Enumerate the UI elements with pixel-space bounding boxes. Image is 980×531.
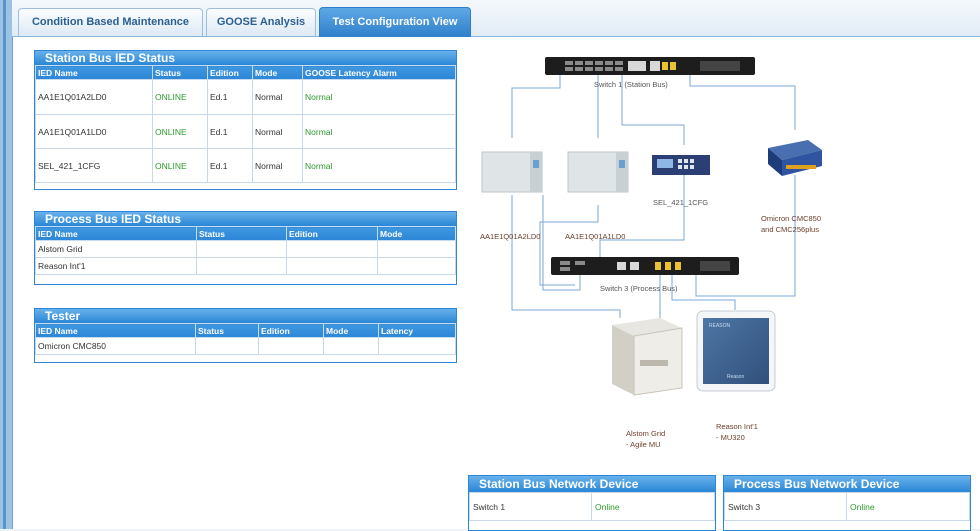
- ied-2-label: AA1E1Q01A1LD0: [565, 232, 626, 241]
- reason-label-line2: - MU320: [716, 433, 745, 442]
- omicron-cmc850-device: [768, 140, 822, 176]
- connection-lines: [511, 75, 796, 318]
- switch-1-device: [545, 57, 755, 75]
- reason-device-brand: Reason: [727, 374, 745, 380]
- alstom-label-line2: - Agile MU: [626, 440, 661, 449]
- link-omicron-switch3: [695, 175, 796, 297]
- switch-3-device: [551, 257, 739, 275]
- network-diagram: [481, 57, 822, 396]
- switch-1-label: Switch 1 (Station Bus): [594, 80, 668, 89]
- link-ied1-switch3: [542, 195, 581, 291]
- link-ied1-alstom: [511, 195, 621, 318]
- link-switch1-ied1: [511, 75, 561, 138]
- ied-aa1e1q01a1ld0-device: [567, 151, 629, 193]
- omicron-label-line2: and CMC256plus: [761, 225, 819, 234]
- alstom-agile-mu-device: [612, 318, 683, 396]
- reason-label-line1: Reason Int'1: [716, 422, 758, 431]
- reason-device-logo: REASON: [709, 323, 731, 329]
- link-switch1-omicron: [689, 75, 796, 130]
- switch-3-label: Switch 3 (Process Bus): [600, 284, 678, 293]
- omicron-label-line1: Omicron CMC850: [761, 214, 822, 223]
- link-switch3-reason: [671, 275, 736, 310]
- application-window: Condition Based Maintenance GOOSE Analys…: [0, 0, 980, 531]
- ied-1-label: AA1E1Q01A2LD0: [480, 232, 541, 241]
- sel-421-device: [652, 155, 710, 175]
- sel-label: SEL_421_1CFG: [653, 198, 709, 207]
- alstom-label-line1: Alstom Grid: [626, 429, 666, 438]
- ied-aa1e1q01a2ld0-device: [481, 151, 543, 193]
